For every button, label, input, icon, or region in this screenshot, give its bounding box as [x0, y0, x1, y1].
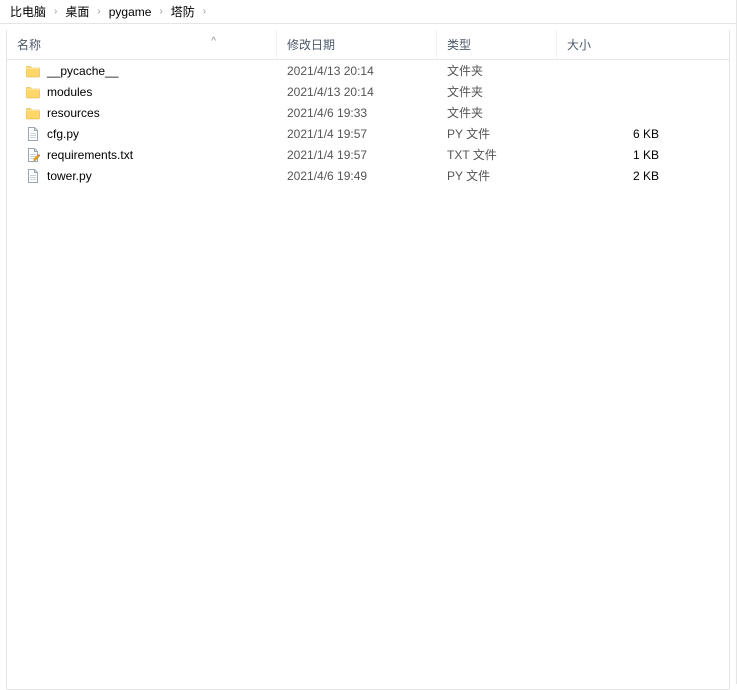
file-name-cell[interactable]: resources [7, 103, 277, 123]
file-name-cell[interactable]: tower.py [7, 166, 277, 186]
file-name-label: __pycache__ [47, 64, 118, 78]
file-icon [25, 126, 41, 142]
file-type-cell: PY 文件 [437, 123, 557, 144]
file-modified-cell: 2021/1/4 19:57 [277, 146, 437, 164]
text-file-edit-icon [25, 147, 41, 163]
file-name-cell[interactable]: cfg.py [7, 124, 277, 144]
breadcrumb-item[interactable]: 桌面 [59, 1, 95, 22]
file-size-cell: 2 KB [557, 167, 687, 185]
file-size-cell [557, 90, 687, 94]
file-row[interactable]: modules 2021/4/13 20:14文件夹 [7, 81, 729, 102]
file-name-cell[interactable]: requirements.txt [7, 145, 277, 165]
header-name-label: 名称 [17, 38, 41, 52]
file-name-label: cfg.py [47, 127, 79, 141]
file-name-cell[interactable]: __pycache__ [7, 61, 277, 81]
file-size-cell: 1 KB [557, 146, 687, 164]
file-name-label: tower.py [47, 169, 92, 183]
breadcrumb-item[interactable]: 比电脑 [4, 1, 52, 22]
file-name-label: resources [47, 106, 100, 120]
folder-icon [25, 63, 41, 79]
file-icon [25, 168, 41, 184]
file-type-cell: PY 文件 [437, 165, 557, 186]
file-modified-cell: 2021/4/13 20:14 [277, 83, 437, 101]
file-row[interactable]: cfg.py 2021/1/4 19:57PY 文件6 KB [7, 123, 729, 144]
sort-caret-icon: ^ [211, 36, 216, 47]
folder-icon [25, 84, 41, 100]
file-size-cell: 6 KB [557, 125, 687, 143]
file-rows: __pycache__2021/4/13 20:14文件夹 modules202… [7, 60, 729, 186]
file-row[interactable]: resources 2021/4/6 19:33文件夹 [7, 102, 729, 123]
file-row[interactable]: requirements.txt 2021/1/4 19:57TXT 文件1 KB [7, 144, 729, 165]
file-type-cell: 文件夹 [437, 81, 557, 102]
file-size-cell [557, 111, 687, 115]
header-type[interactable]: 类型 [437, 30, 557, 59]
file-row[interactable]: __pycache__ 2021/4/13 20:14文件夹 [7, 60, 729, 81]
folder-icon [25, 105, 41, 121]
file-modified-cell: 2021/4/6 19:49 [277, 167, 437, 185]
file-name-label: requirements.txt [47, 148, 133, 162]
chevron-right-icon: › [52, 6, 59, 17]
header-size[interactable]: 大小 [557, 30, 687, 59]
header-modified[interactable]: 修改日期 [277, 30, 437, 59]
file-modified-cell: 2021/1/4 19:57 [277, 125, 437, 143]
breadcrumb-item[interactable]: 塔防 [165, 1, 201, 22]
breadcrumb[interactable]: 比电脑 › 桌面 › pygame › 塔防 › [0, 0, 736, 24]
file-type-cell: TXT 文件 [437, 144, 557, 165]
column-headers: 名称 ^ 修改日期 类型 大小 [7, 30, 729, 60]
file-row[interactable]: tower.py 2021/4/6 19:49PY 文件2 KB [7, 165, 729, 186]
chevron-right-icon: › [95, 6, 102, 17]
file-type-cell: 文件夹 [437, 102, 557, 123]
file-name-cell[interactable]: modules [7, 82, 277, 102]
file-modified-cell: 2021/4/13 20:14 [277, 62, 437, 80]
breadcrumb-item[interactable]: pygame [103, 3, 158, 21]
file-size-cell [557, 69, 687, 73]
chevron-right-icon: › [157, 6, 164, 17]
file-name-label: modules [47, 85, 92, 99]
file-list-pane: 名称 ^ 修改日期 类型 大小 __pycache__ 2021/4/13 20:… [6, 30, 730, 690]
file-type-cell: 文件夹 [437, 60, 557, 81]
chevron-right-icon: › [201, 6, 208, 17]
header-name[interactable]: 名称 ^ [7, 30, 277, 59]
file-modified-cell: 2021/4/6 19:33 [277, 104, 437, 122]
